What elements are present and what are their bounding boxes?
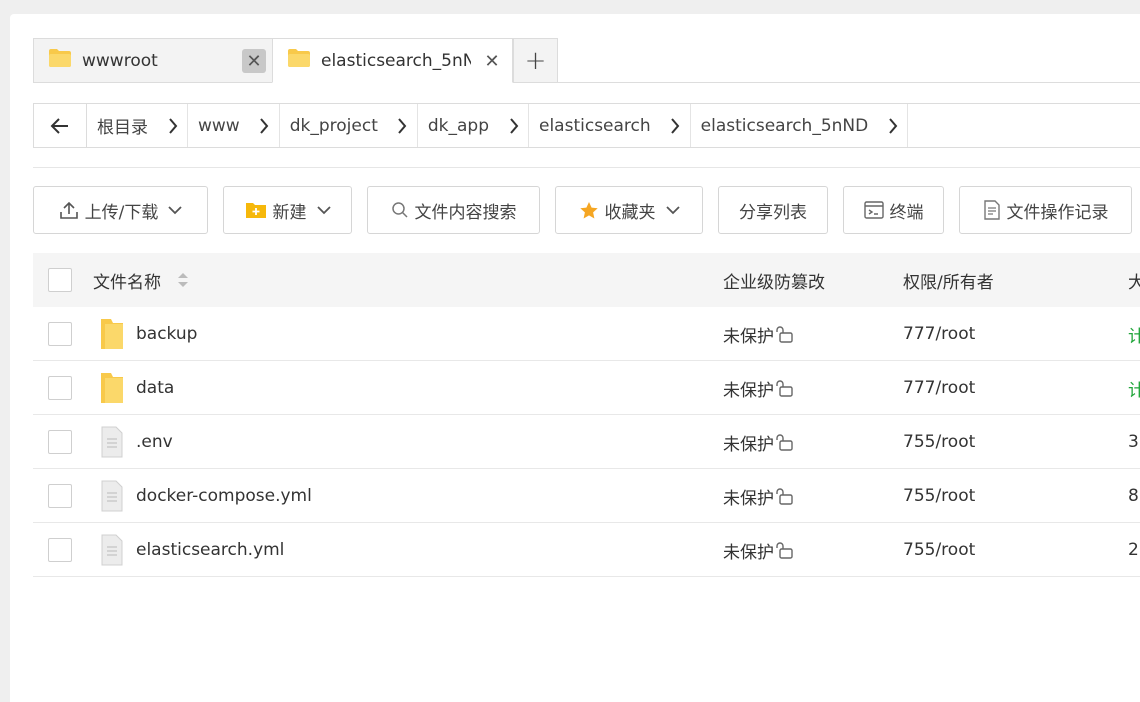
size-calc-link[interactable]: 计 [1128, 361, 1140, 415]
file-operation-log-button[interactable]: 文件操作记录 [959, 186, 1132, 234]
table-header: 文件名称 企业级防篡改 权限/所有者 大 [33, 253, 1140, 307]
tab-wwwroot[interactable]: wwwroot ✕ [33, 38, 272, 83]
protect-status[interactable]: 未保护 [723, 469, 794, 523]
toolbar: 上传/下载 新建 文件内容搜索 收藏夹 分享列表 终端 文件操作记录 [10, 186, 1140, 234]
table-row[interactable]: backup 未保护 777/root 计 [33, 307, 1140, 361]
column-protect-header: 企业级防篡改 [723, 272, 825, 293]
select-all-checkbox[interactable] [48, 268, 72, 292]
file-icon [99, 533, 125, 572]
unlock-icon [776, 433, 794, 451]
unlock-icon [776, 487, 794, 505]
file-manager-panel: wwwroot ✕ elasticsearch_5nND ✕ + 根目录 www [10, 14, 1140, 702]
close-icon[interactable]: ✕ [480, 49, 504, 73]
chevron-right-icon[interactable] [661, 104, 691, 147]
chevron-right-icon[interactable] [499, 104, 529, 147]
back-button[interactable] [34, 104, 87, 147]
chevron-right-icon[interactable] [158, 104, 188, 147]
table-row[interactable]: elasticsearch.yml 未保护 755/root 2 [33, 523, 1140, 577]
upload-icon [59, 200, 79, 220]
folder-icon [99, 317, 125, 356]
close-icon[interactable]: ✕ [242, 49, 266, 73]
protect-status[interactable]: 未保护 [723, 415, 794, 469]
tab-bar: wwwroot ✕ elasticsearch_5nND ✕ + [33, 38, 558, 83]
breadcrumb-item-www[interactable]: www [188, 104, 280, 147]
file-name[interactable]: data [136, 361, 174, 415]
file-icon [99, 479, 125, 518]
breadcrumb-item-dk-project[interactable]: dk_project [280, 104, 418, 147]
new-button[interactable]: 新建 [223, 186, 352, 234]
chevron-down-icon [665, 205, 680, 215]
star-icon [579, 201, 599, 220]
breadcrumb-item-elasticsearch[interactable]: elasticsearch [529, 104, 691, 147]
protect-status[interactable]: 未保护 [723, 361, 794, 415]
search-icon [391, 201, 409, 219]
content-search-button[interactable]: 文件内容搜索 [367, 186, 540, 234]
table-row[interactable]: .env 未保护 755/root 3 [33, 415, 1140, 469]
tab-elasticsearch[interactable]: elasticsearch_5nND ✕ [272, 38, 513, 83]
file-name[interactable]: elasticsearch.yml [136, 523, 284, 577]
row-checkbox[interactable] [48, 376, 72, 400]
folder-icon [99, 371, 125, 410]
terminal-icon [863, 201, 884, 219]
breadcrumb-item-root[interactable]: 根目录 [87, 104, 188, 147]
unlock-icon [776, 379, 794, 397]
new-tab-button[interactable]: + [513, 38, 558, 83]
breadcrumb-item-elasticsearch-5nnd[interactable]: elasticsearch_5nND [691, 104, 909, 147]
share-list-button[interactable]: 分享列表 [718, 186, 828, 234]
folder-icon [287, 48, 311, 73]
table-row[interactable]: docker-compose.yml 未保护 755/root 8 [33, 469, 1140, 523]
tab-label: elasticsearch_5nND [321, 50, 471, 71]
new-folder-icon [245, 201, 267, 219]
tab-label: wwwroot [82, 50, 158, 71]
file-name[interactable]: .env [136, 415, 173, 469]
column-perm-header: 权限/所有者 [903, 272, 994, 293]
file-icon [99, 425, 125, 464]
tab-divider [557, 82, 1140, 83]
log-icon [983, 200, 1001, 220]
chevron-down-icon [316, 205, 331, 215]
file-size: 8 [1128, 486, 1139, 506]
chevron-right-icon[interactable] [388, 104, 418, 147]
file-size: 3 [1128, 432, 1139, 452]
chevron-right-icon[interactable] [878, 104, 909, 147]
terminal-button[interactable]: 终端 [843, 186, 944, 234]
protect-status[interactable]: 未保护 [723, 307, 794, 361]
permission[interactable]: 755/root [903, 469, 975, 523]
column-name-header[interactable]: 文件名称 [93, 253, 189, 307]
plus-icon: + [524, 45, 547, 76]
file-name[interactable]: backup [136, 307, 197, 361]
row-checkbox[interactable] [48, 322, 72, 346]
breadcrumb-item-dk-app[interactable]: dk_app [418, 104, 529, 147]
protect-status[interactable]: 未保护 [723, 523, 794, 577]
unlock-icon [776, 325, 794, 343]
unlock-icon [776, 541, 794, 559]
permission[interactable]: 777/root [903, 307, 975, 361]
chevron-down-icon [168, 205, 182, 215]
favorites-button[interactable]: 收藏夹 [555, 186, 703, 234]
row-checkbox[interactable] [48, 484, 72, 508]
breadcrumb: 根目录 www dk_project dk_app elasticsearch … [33, 103, 1140, 148]
divider [33, 167, 1140, 168]
size-calc-link[interactable]: 计 [1128, 307, 1140, 361]
sort-icon[interactable] [177, 272, 189, 288]
table-row[interactable]: data 未保护 777/root 计 [33, 361, 1140, 415]
column-size-header: 大 [1128, 272, 1140, 293]
permission[interactable]: 777/root [903, 361, 975, 415]
row-checkbox[interactable] [48, 538, 72, 562]
row-checkbox[interactable] [48, 430, 72, 454]
file-size: 2 [1128, 540, 1139, 560]
upload-download-button[interactable]: 上传/下载 [33, 186, 208, 234]
chevron-right-icon[interactable] [250, 104, 280, 147]
arrow-left-icon [50, 117, 68, 134]
permission[interactable]: 755/root [903, 415, 975, 469]
folder-icon [48, 48, 72, 73]
file-name[interactable]: docker-compose.yml [136, 469, 312, 523]
permission[interactable]: 755/root [903, 523, 975, 577]
